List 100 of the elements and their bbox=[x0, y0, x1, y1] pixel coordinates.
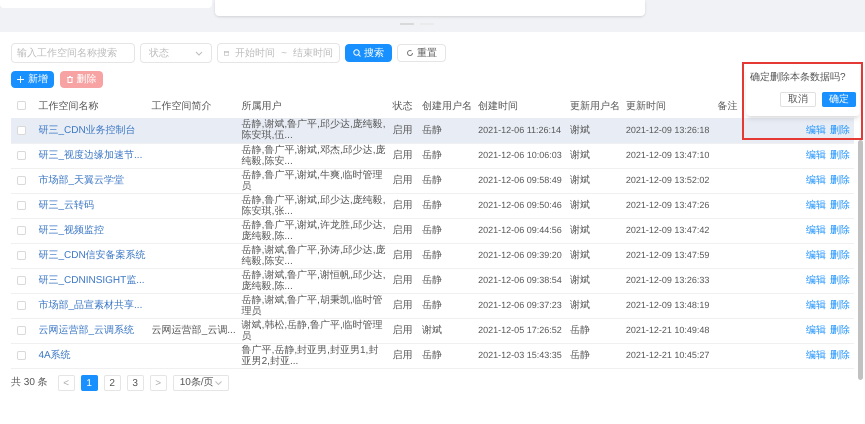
workspace-link[interactable]: 研三_CDNINSIGHT监... bbox=[38, 275, 145, 286]
table-cell: 启用 bbox=[392, 175, 413, 186]
workspace-link[interactable]: 4A系统 bbox=[38, 350, 71, 361]
column-header: 备注 bbox=[717, 100, 738, 112]
delete-link[interactable]: 删除 bbox=[830, 325, 850, 336]
table-cell: 2021-12-09 13:26:33 bbox=[626, 274, 710, 285]
table-cell: 2021-12-06 11:26:14 bbox=[478, 124, 562, 134]
table-cell: 岳静 bbox=[422, 225, 442, 236]
edit-link[interactable]: 编辑 bbox=[806, 175, 826, 186]
column-header: 状态 bbox=[392, 100, 413, 112]
delete-link[interactable]: 删除 bbox=[830, 350, 850, 361]
delete-link[interactable]: 删除 bbox=[830, 200, 850, 211]
workspace-link[interactable]: 研三_CDN信安备案系统 bbox=[38, 250, 146, 261]
table-cell: 岳静,谢斌,鲁广平,胡秉凯,临时管理员 bbox=[242, 294, 383, 316]
table-cell: 2021-12-06 09:37:23 bbox=[478, 300, 562, 310]
table-cell: 2021-12-06 09:50:46 bbox=[478, 200, 562, 210]
add-button[interactable]: 新增 bbox=[11, 71, 54, 88]
workspace-link[interactable]: 市场部_品宣素材共享... bbox=[38, 300, 142, 311]
checkbox[interactable] bbox=[17, 300, 26, 310]
search-field[interactable]: 输入工作空间名称搜索 bbox=[11, 43, 135, 63]
table-cell: 谢斌 bbox=[570, 250, 590, 261]
table-cell: 谢斌 bbox=[422, 325, 442, 336]
delete-link[interactable]: 删除 bbox=[830, 300, 850, 311]
checkbox[interactable] bbox=[17, 276, 26, 285]
delete-link[interactable]: 删除 bbox=[830, 150, 850, 161]
table-cell: 启用 bbox=[392, 200, 413, 211]
edit-link[interactable]: 编辑 bbox=[806, 250, 826, 261]
total-count: 共 30 条 bbox=[11, 376, 48, 390]
next-page-button[interactable]: > bbox=[150, 374, 167, 390]
page-button[interactable]: 1 bbox=[80, 374, 98, 390]
table-cell: 云网运营部_云调... bbox=[152, 325, 236, 336]
checkbox[interactable] bbox=[17, 200, 26, 210]
table-cell: 2021-12-03 15:43:35 bbox=[478, 350, 562, 360]
column-header: 创建用户名 bbox=[422, 100, 472, 112]
table-cell: 岳静,鲁广平,谢斌,邱少达,庞纯毅,陈安琪,张... bbox=[242, 194, 386, 216]
edit-link[interactable]: 编辑 bbox=[806, 275, 826, 286]
table-cell: 谢斌 bbox=[570, 275, 590, 286]
confirm-message: 确定删除本条数据吗? bbox=[750, 71, 846, 84]
edit-link[interactable]: 编辑 bbox=[806, 150, 826, 161]
table-cell: 谢斌 bbox=[570, 300, 590, 311]
table-cell: 启用 bbox=[392, 124, 413, 136]
edit-link[interactable]: 编辑 bbox=[806, 350, 826, 361]
table-cell: 2021-12-09 13:47:59 bbox=[626, 250, 710, 260]
column-header: 更新用户名 bbox=[570, 100, 620, 112]
checkbox[interactable] bbox=[17, 176, 26, 185]
workspace-link[interactable]: 研三_CDN业务控制台 bbox=[38, 124, 136, 136]
delete-link[interactable]: 删除 bbox=[830, 225, 850, 236]
table-cell: 2021-12-21 10:45:27 bbox=[626, 350, 710, 360]
page-size-select[interactable]: 10条/页 bbox=[172, 374, 229, 390]
workspace-link[interactable]: 研三_云转码 bbox=[38, 200, 94, 211]
table-cell: 谢斌 bbox=[570, 175, 590, 186]
confirm-button[interactable]: 确定 bbox=[822, 92, 856, 107]
checkbox[interactable] bbox=[17, 126, 26, 135]
table-cell: 岳静 bbox=[422, 124, 442, 136]
scrollbar[interactable] bbox=[858, 140, 863, 380]
trash-icon bbox=[66, 76, 72, 83]
table-cell: 岳静,鲁广平,谢斌,牛爽,临时管理员 bbox=[242, 170, 383, 192]
search-icon bbox=[353, 49, 361, 57]
delete-link[interactable]: 删除 bbox=[830, 275, 850, 286]
page-button[interactable]: 2 bbox=[104, 374, 121, 390]
delete-link[interactable]: 删除 bbox=[830, 124, 850, 136]
column-header: 所属用户 bbox=[242, 100, 282, 112]
delete-link[interactable]: 删除 bbox=[830, 250, 850, 261]
table-cell: 鲁广平,岳静,封亚男,封亚男1,封亚男2,封亚... bbox=[242, 344, 378, 366]
cancel-button[interactable]: 取消 bbox=[780, 92, 816, 107]
calendar-icon bbox=[224, 49, 230, 57]
checkbox[interactable] bbox=[17, 250, 26, 260]
workspace-link[interactable]: 云网运营部_云调系统 bbox=[38, 325, 134, 336]
edit-link[interactable]: 编辑 bbox=[806, 225, 826, 236]
table-cell: 启用 bbox=[392, 325, 413, 336]
search-button[interactable]: 搜索 bbox=[345, 44, 392, 62]
edit-link[interactable]: 编辑 bbox=[806, 300, 826, 311]
table-cell: 岳静 bbox=[422, 250, 442, 261]
workspace-link[interactable]: 市场部_天翼云学堂 bbox=[38, 175, 124, 186]
workspace-link[interactable]: 研三_视频监控 bbox=[38, 225, 104, 236]
reset-button[interactable]: 重置 bbox=[397, 44, 446, 62]
table-cell: 谢斌,韩松,岳静,鲁广平,临时管理员 bbox=[242, 320, 383, 342]
previous-page-button[interactable]: < bbox=[58, 374, 75, 390]
column-header: 工作空间简介 bbox=[152, 100, 212, 112]
checkbox[interactable] bbox=[17, 226, 26, 235]
table-row[interactable]: 4A系统 鲁广平,岳静,封亚男,封亚男1,封亚男2,封亚... 启用 岳静 2021-12-03 15:43:35 岳静 2021-12-21 10:45:27 编辑 删除 bbox=[11, 343, 854, 368]
checkbox[interactable] bbox=[17, 350, 26, 360]
date-range-field[interactable]: 开始时间 ~ 结束时间 bbox=[217, 43, 340, 63]
column-header: 创建时间 bbox=[478, 100, 518, 112]
table-cell: 岳静 bbox=[422, 300, 442, 311]
edit-link[interactable]: 编辑 bbox=[806, 124, 826, 136]
status-select[interactable]: 状态 bbox=[140, 43, 212, 63]
checkbox[interactable] bbox=[17, 326, 26, 335]
delete-link[interactable]: 删除 bbox=[830, 175, 850, 186]
edit-link[interactable]: 编辑 bbox=[806, 200, 826, 211]
table-cell: 2021-12-09 13:48:19 bbox=[626, 300, 710, 310]
checkbox[interactable] bbox=[17, 150, 26, 160]
table-cell: 岳静 bbox=[570, 350, 590, 361]
edit-link[interactable]: 编辑 bbox=[806, 325, 826, 336]
workspace-link[interactable]: 研三_视度边缘加速节... bbox=[38, 150, 142, 161]
checkbox[interactable] bbox=[17, 101, 26, 110]
page-button[interactable]: 3 bbox=[126, 374, 144, 390]
column-header: 更新时间 bbox=[626, 100, 666, 112]
table-cell: 岳静,鲁广平,谢斌,邓杰,邱少达,庞纯毅,陈安... bbox=[242, 144, 386, 166]
table-cell: 谢斌 bbox=[570, 150, 590, 161]
